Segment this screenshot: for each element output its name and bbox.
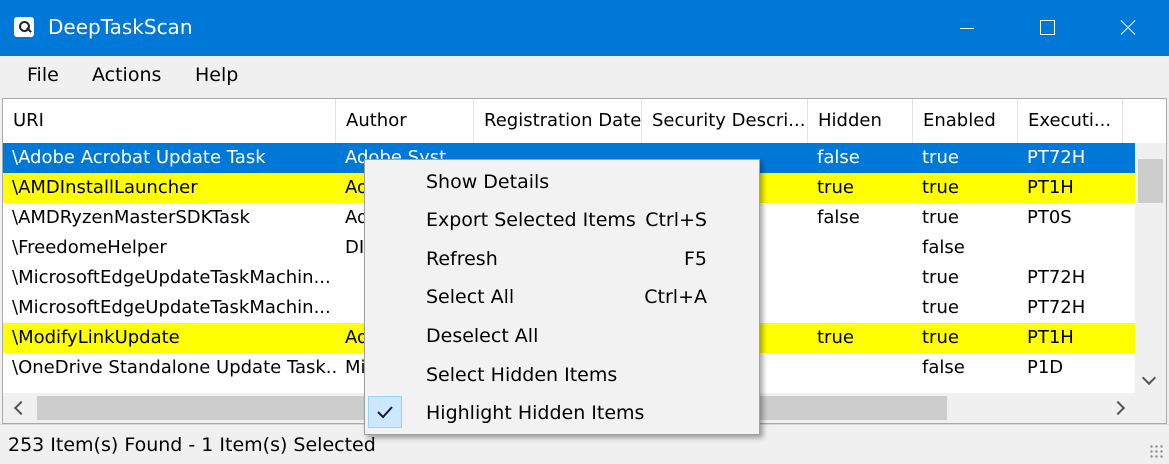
maximize-button[interactable] <box>1020 0 1076 56</box>
menu-item-deselect-all[interactable]: Deselect All <box>365 317 759 355</box>
table-cell: PT72H <box>1027 297 1086 318</box>
table-cell: \ModifyLinkUpdate <box>12 327 180 348</box>
window-title: DeepTaskScan <box>48 15 193 39</box>
column-hidden[interactable]: Hidden <box>808 99 913 143</box>
menu-item-shortcut: Ctrl+S <box>645 209 707 231</box>
menu-item-label: Refresh <box>426 248 498 270</box>
column-execution[interactable]: Executi... <box>1018 99 1123 143</box>
table-cell: true <box>922 147 959 168</box>
table-cell: false <box>922 237 965 258</box>
column-enabled[interactable]: Enabled <box>913 99 1018 143</box>
table-cell: false <box>817 147 860 168</box>
menu-item-label: Export Selected Items <box>426 209 636 231</box>
table-cell: true <box>922 177 959 198</box>
table-cell: \FreedomeHelper <box>12 237 167 258</box>
menu-item-export-selected[interactable]: Export Selected Items Ctrl+S <box>365 201 759 239</box>
menu-item-refresh[interactable]: Refresh F5 <box>365 240 759 278</box>
table-cell: PT72H <box>1027 267 1086 288</box>
table-cell: true <box>922 297 959 318</box>
table-cell: true <box>817 327 854 348</box>
menu-item-shortcut: Ctrl+A <box>644 286 707 308</box>
menu-item-select-all[interactable]: Select All Ctrl+A <box>365 278 759 316</box>
menu-item-highlight-hidden[interactable]: Highlight Hidden Items <box>365 394 759 432</box>
table-cell <box>1018 233 1135 263</box>
scroll-corner <box>1135 393 1166 423</box>
column-registration-date[interactable]: Registration Date <box>474 99 642 143</box>
table-cell: PT0S <box>1027 207 1072 228</box>
scroll-right-arrow-icon[interactable] <box>1110 400 1126 416</box>
column-header-row: URI Author Registration Date Security De… <box>3 99 1143 144</box>
table-cell <box>808 353 913 383</box>
table-cell: \MicrosoftEdgeUpdateTaskMachin... <box>12 267 331 288</box>
table-cell: false <box>922 357 965 378</box>
minimize-button[interactable] <box>940 0 996 56</box>
menu-bar: File Actions Help <box>0 56 1169 96</box>
resize-grip-icon[interactable] <box>1149 444 1163 458</box>
table-cell <box>808 293 913 323</box>
scroll-left-arrow-icon[interactable] <box>13 400 29 416</box>
table-cell: \MicrosoftEdgeUpdateTaskMachin... <box>12 297 331 318</box>
table-cell: PT72H <box>1027 147 1086 168</box>
vertical-scroll-thumb[interactable] <box>1138 159 1163 203</box>
menu-file[interactable]: File <box>27 64 59 86</box>
table-cell: true <box>922 327 959 348</box>
column-uri[interactable]: URI <box>3 99 336 143</box>
table-cell: \Adobe Acrobat Update Task <box>12 147 266 168</box>
menu-help[interactable]: Help <box>195 64 238 86</box>
checkmark-icon <box>368 396 402 428</box>
table-cell: true <box>922 267 959 288</box>
title-bar: DeepTaskScan <box>0 0 1169 56</box>
table-cell: \OneDrive Standalone Update Task... <box>12 357 336 378</box>
status-text: 253 Item(s) Found - 1 Item(s) Selected <box>8 434 376 456</box>
menu-actions[interactable]: Actions <box>92 64 161 86</box>
app-magnifier-icon <box>14 17 34 37</box>
menu-item-shortcut: F5 <box>683 248 707 270</box>
table-cell: false <box>817 207 860 228</box>
table-cell: \AMDRyzenMasterSDKTask <box>12 207 250 228</box>
menu-item-label: Highlight Hidden Items <box>426 402 645 424</box>
table-cell: PT1H <box>1027 327 1074 348</box>
menu-item-label: Select Hidden Items <box>426 364 618 386</box>
table-cell: PT1H <box>1027 177 1074 198</box>
table-cell <box>808 263 913 293</box>
table-cell <box>808 233 913 263</box>
table-cell: \AMDInstallLauncher <box>12 177 198 198</box>
close-button[interactable] <box>1100 0 1156 56</box>
menu-item-show-details[interactable]: Show Details <box>365 163 759 201</box>
column-security-descriptor[interactable]: Security Descri... <box>642 99 808 143</box>
table-cell: P1D <box>1027 357 1064 378</box>
column-author[interactable]: Author <box>336 99 474 143</box>
scroll-down-arrow-icon[interactable] <box>1141 370 1157 386</box>
menu-item-label: Show Details <box>426 171 550 193</box>
table-cell: true <box>817 177 854 198</box>
table-cell: true <box>922 207 959 228</box>
menu-item-label: Deselect All <box>426 325 539 347</box>
menu-item-label: Select All <box>426 286 515 308</box>
menu-item-select-hidden[interactable]: Select Hidden Items <box>365 356 759 394</box>
vertical-scrollbar[interactable] <box>1135 143 1166 393</box>
context-menu: Show Details Export Selected Items Ctrl+… <box>364 159 760 435</box>
